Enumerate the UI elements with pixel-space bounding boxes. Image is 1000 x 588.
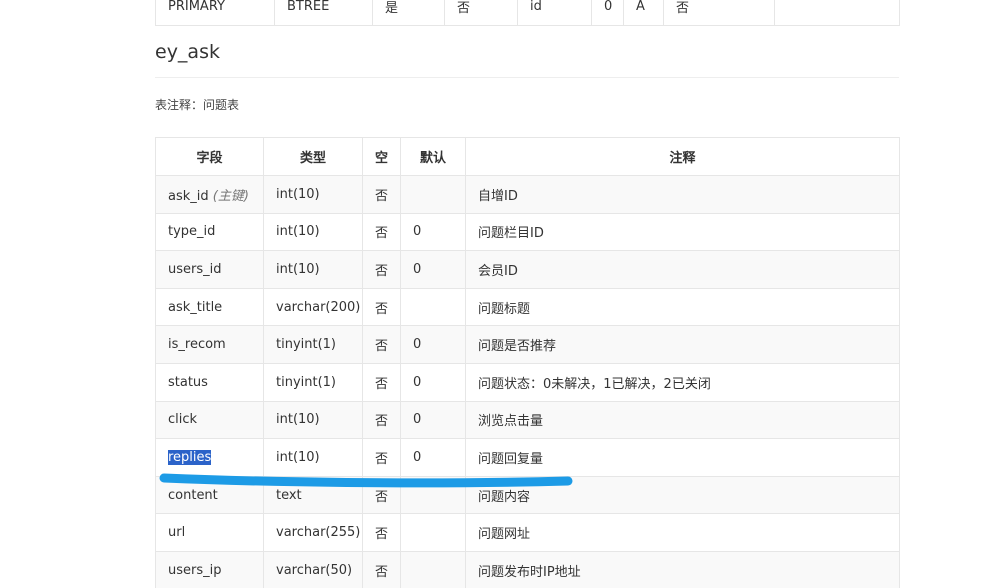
cell-null: 否: [362, 287, 401, 327]
cell-null: 否: [362, 550, 401, 588]
table-row: content text 否 问题内容: [155, 475, 900, 515]
cell-field[interactable]: type_id: [155, 212, 264, 252]
cell-comment: 问题栏目ID: [465, 212, 900, 252]
cell-comment: 浏览点击量: [465, 400, 900, 440]
page: PRIMARY BTREE 是 否 id 0 A 否 ey_ask 表注释：问题…: [0, 0, 1000, 588]
cell-comment: 自增ID: [465, 175, 900, 214]
cell-field[interactable]: replies: [155, 438, 264, 477]
cell-default: [400, 550, 466, 588]
title-divider: [155, 77, 899, 78]
cell-null: 否: [362, 175, 401, 214]
cell-type: varchar(50): [263, 550, 363, 588]
primary-key-note: (主键): [212, 188, 249, 204]
cell-null: 否: [362, 250, 401, 289]
cell-field[interactable]: users_ip: [155, 550, 264, 588]
table-row-selected: replies int(10) 否 0 问题回复量: [155, 438, 900, 477]
table-comment: 表注释：问题表: [155, 96, 239, 113]
cell-type: int(10): [263, 438, 363, 477]
cell-comment: 问题网址: [465, 513, 900, 552]
index-cell-unique: 是: [372, 0, 445, 26]
cell-default: 0: [400, 250, 466, 289]
table-row: click int(10) 否 0 浏览点击量: [155, 400, 900, 440]
cell-comment: 问题内容: [465, 475, 900, 515]
index-cell-null: 否: [663, 0, 775, 26]
cell-comment: 会员ID: [465, 250, 900, 289]
index-cell-comment: [774, 0, 900, 26]
cell-field[interactable]: ask_title: [155, 287, 264, 327]
header-type: 类型: [263, 137, 363, 176]
header-null: 空: [362, 137, 401, 176]
cell-default: [400, 513, 466, 552]
cell-type: int(10): [263, 250, 363, 289]
cell-field[interactable]: ask_id (主键): [155, 175, 264, 214]
cell-default: 0: [400, 325, 466, 364]
index-cell-packed: 否: [444, 0, 518, 26]
cell-type: int(10): [263, 175, 363, 214]
table-comment-label: 表注释：: [155, 98, 204, 112]
cell-null: 否: [362, 325, 401, 364]
cell-field[interactable]: is_recom: [155, 325, 264, 364]
index-cell-keyname: PRIMARY: [155, 0, 275, 26]
index-cell-type: BTREE: [274, 0, 373, 26]
cell-comment: 问题标题: [465, 287, 900, 327]
cell-type: tinyint(1): [263, 362, 363, 402]
cell-field[interactable]: content: [155, 475, 264, 515]
table-row: url varchar(255) 否 问题网址: [155, 513, 900, 552]
cell-comment: 问题回复量: [465, 438, 900, 477]
cell-field[interactable]: users_id: [155, 250, 264, 289]
cell-comment: 问题是否推荐: [465, 325, 900, 364]
cell-type: tinyint(1): [263, 325, 363, 364]
cell-default: 0: [400, 400, 466, 440]
table-row: status tinyint(1) 否 0 问题状态：0未解决，1已解决，2已关…: [155, 362, 900, 402]
cell-null: 否: [362, 212, 401, 252]
cell-comment: 问题发布时IP地址: [465, 550, 900, 588]
field-name: ask_id: [168, 188, 209, 204]
cell-null: 否: [362, 400, 401, 440]
cell-field[interactable]: url: [155, 513, 264, 552]
selected-field-text[interactable]: replies: [168, 449, 212, 465]
index-row: PRIMARY BTREE 是 否 id 0 A 否: [155, 0, 900, 26]
table-row: users_ip varchar(50) 否 问题发布时IP地址: [155, 550, 900, 588]
cell-default: [400, 475, 466, 515]
cell-type: text: [263, 475, 363, 515]
fields-header-row: 字段 类型 空 默认 注释: [155, 137, 900, 176]
cell-default: [400, 175, 466, 214]
cell-default: [400, 287, 466, 327]
cell-null: 否: [362, 438, 401, 477]
header-comment: 注释: [465, 137, 900, 176]
cell-default: 0: [400, 438, 466, 477]
fields-table: 字段 类型 空 默认 注释 ask_id (主键) int(10) 否 自增ID…: [155, 137, 900, 588]
table-title: ey_ask: [155, 41, 220, 63]
cell-default: 0: [400, 362, 466, 402]
table-comment-value: 问题表: [203, 98, 240, 112]
table-row: type_id int(10) 否 0 问题栏目ID: [155, 212, 900, 252]
cell-field[interactable]: click: [155, 400, 264, 440]
cell-type: varchar(200): [263, 287, 363, 327]
table-row: ask_title varchar(200) 否 问题标题: [155, 287, 900, 327]
header-field: 字段: [155, 137, 264, 176]
index-table: PRIMARY BTREE 是 否 id 0 A 否: [155, 0, 900, 26]
index-cell-column: id: [517, 0, 592, 26]
cell-null: 否: [362, 513, 401, 552]
cell-field[interactable]: status: [155, 362, 264, 402]
cell-type: int(10): [263, 400, 363, 440]
cell-default: 0: [400, 212, 466, 252]
header-default: 默认: [400, 137, 466, 176]
cell-null: 否: [362, 362, 401, 402]
cell-null: 否: [362, 475, 401, 515]
index-cell-collation: A: [623, 0, 664, 26]
table-row: users_id int(10) 否 0 会员ID: [155, 250, 900, 289]
index-cell-cardinality: 0: [591, 0, 624, 26]
table-row: is_recom tinyint(1) 否 0 问题是否推荐: [155, 325, 900, 364]
table-row: ask_id (主键) int(10) 否 自增ID: [155, 175, 900, 214]
cell-type: varchar(255): [263, 513, 363, 552]
cell-comment: 问题状态：0未解决，1已解决，2已关闭: [465, 362, 900, 402]
cell-type: int(10): [263, 212, 363, 252]
